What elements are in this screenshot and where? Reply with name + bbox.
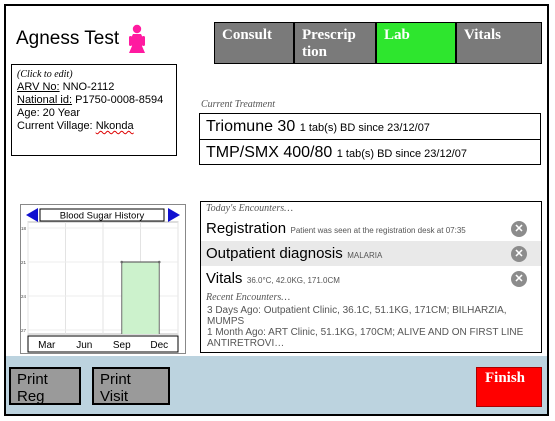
treatment-row[interactable]: Triomune 30 1 tab(s) BD since 23/12/07 [200, 114, 540, 139]
patient-age: Age: 20 Year [17, 107, 81, 119]
todays-encounters-label: Today's Encounters… [206, 203, 294, 214]
treatment-row[interactable]: TMP/SMX 400/80 1 tab(s) BD since 23/12/0… [200, 139, 540, 164]
blood-sugar-chart: Blood Sugar History 18 21 24 27 Mar Jun Sep De… [20, 204, 186, 354]
encounter-title: Registration [206, 220, 287, 237]
treatment-dose: 1 tab(s) BD since 23/12/07 [336, 148, 467, 160]
chart-xtick-label: Mar [38, 340, 56, 351]
chart-xtick-label: Jun [76, 340, 92, 351]
patient-name: Agness Test [16, 28, 120, 49]
tab-bar: Consult Prescrip tion Lab Vitals [214, 22, 542, 64]
recent-encounters-label: Recent Encounters… [206, 292, 291, 303]
female-icon [129, 24, 145, 53]
current-village: Current Village: Nkonda [17, 120, 134, 132]
chart-ytick-label: 27 [21, 328, 27, 333]
chart-xtick-label: Dec [150, 340, 168, 351]
tab-consult[interactable]: Consult [215, 23, 295, 63]
chart-xtick-label: Sep [113, 340, 131, 351]
chart-ytick-label: 24 [21, 294, 27, 299]
patient-details-box[interactable]: (Click to edit) ARV No: NNO-2112 Nationa… [11, 64, 177, 156]
chart-ytick-label: 18 [21, 226, 27, 231]
current-treatment-label: Current Treatment [201, 99, 275, 110]
print-reg-button[interactable]: Print Reg [9, 367, 81, 405]
chart-series [120, 260, 161, 334]
encounter-desc: 36.0°C, 42.0KG, 171.0CM [246, 276, 340, 285]
delete-encounter-button[interactable]: ✕ [511, 221, 527, 237]
tab-lab[interactable]: Lab [377, 23, 457, 63]
treatment-name: TMP/SMX 400/80 [206, 144, 333, 161]
encounter-desc: MALARIA [347, 251, 383, 260]
encounter-title: Outpatient diagnosis [206, 245, 343, 262]
encounter-row[interactable]: Outpatient diagnosis MALARIA ✕ [201, 241, 541, 266]
encounters-panel: Today's Encounters… Registration Patient… [200, 201, 542, 353]
chart-series-area [121, 262, 160, 334]
tab-prescription[interactable]: Prescrip tion [295, 23, 377, 63]
recent-encounter: 3 Days Ago: Outpatient Clinic, 36.1C, 51… [207, 305, 507, 327]
national-id: National id: P1750-0008-8594 [17, 94, 164, 106]
delete-encounter-button[interactable]: ✕ [511, 271, 527, 287]
treatment-dose: 1 tab(s) BD since 23/12/07 [299, 122, 430, 134]
print-visit-button[interactable]: Print Visit [92, 367, 170, 405]
patient-dashboard: Agness Test (Click to edit) ARV No: NNO-… [4, 4, 549, 416]
tab-vitals[interactable]: Vitals [457, 23, 541, 63]
delete-encounter-button[interactable]: ✕ [511, 246, 527, 262]
chart-point [157, 260, 161, 264]
current-treatment-list: Triomune 30 1 tab(s) BD since 23/12/07 T… [199, 113, 541, 165]
treatment-name: Triomune 30 [206, 118, 296, 135]
encounter-desc: Patient was seen at the registration des… [290, 226, 466, 235]
finish-button[interactable]: Finish [476, 367, 542, 407]
chart-title: Blood Sugar History [60, 211, 145, 222]
chart-point [120, 260, 124, 264]
encounter-row[interactable]: Registration Patient was seen at the reg… [201, 216, 541, 241]
click-to-edit-hint: (Click to edit) [17, 69, 73, 80]
chart-ytick-label: 21 [21, 260, 27, 265]
recent-encounter: 1 Month Ago: ART Clinic, 51.1KG, 170CM; … [207, 327, 524, 349]
encounter-row[interactable]: Vitals 36.0°C, 42.0KG, 171.0CM ✕ [201, 266, 541, 291]
arv-number: ARV No: NNO-2112 [17, 81, 115, 93]
encounter-title: Vitals [206, 270, 243, 287]
footer-bar: Print Reg Print Visit Finish [6, 356, 547, 414]
